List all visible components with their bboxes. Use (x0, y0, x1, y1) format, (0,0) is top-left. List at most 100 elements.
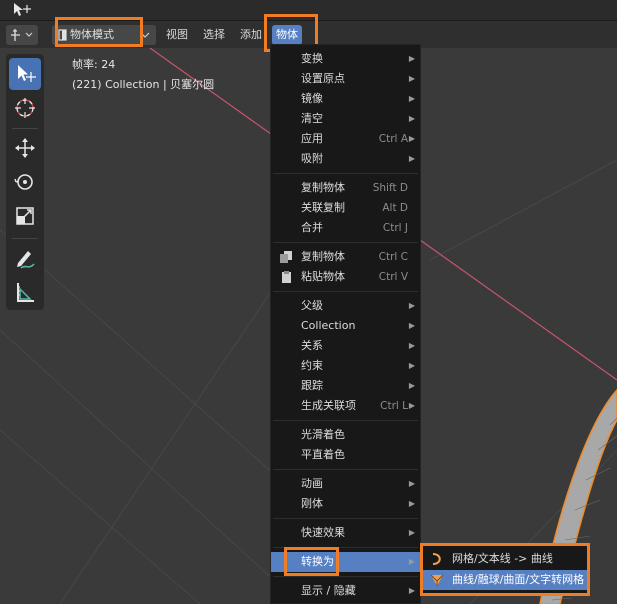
editor-type-button[interactable] (6, 25, 38, 45)
viewport-overlay-text: 帧率: 24 (221) Collection | 贝塞尔圆 (72, 55, 214, 95)
submenu-arrow-icon: ▶ (408, 94, 415, 103)
menu-item-show-hide[interactable]: 显示 / 隐藏 ▶ (271, 581, 420, 601)
measure-icon (17, 283, 34, 302)
menu-item-shortcut: Ctrl L (380, 400, 408, 412)
submenu-arrow-icon: ▶ (408, 586, 415, 595)
menu-item-relations[interactable]: 关系 ▶ (271, 336, 420, 356)
toolbar-separator (12, 128, 38, 129)
menu-item-track[interactable]: 跟踪 ▶ (271, 376, 420, 396)
menu-item-label: Collection (301, 319, 356, 332)
menu-item-label: 约束 (301, 359, 323, 372)
menu-item-label: 复制物体 (301, 181, 345, 194)
cursor-tool[interactable] (9, 92, 41, 124)
menu-item-collection[interactable]: Collection ▶ (271, 316, 420, 336)
menu-item-copy[interactable]: 复制物体 Ctrl C (271, 247, 420, 267)
menu-item-set-origin[interactable]: 设置原点 ▶ (271, 69, 420, 89)
menu-item-rigid-body[interactable]: 刚体 ▶ (271, 494, 420, 514)
menu-item-shortcut: Ctrl C (378, 251, 408, 263)
move-icon (15, 138, 35, 158)
menu-separator (273, 469, 418, 470)
rotate-tool[interactable] (9, 166, 41, 198)
menu-separator (273, 518, 418, 519)
submenu-item-mesh-to-curve[interactable]: 网格/文本线 -> 曲线 (422, 549, 588, 569)
menu-item-label: 光滑着色 (301, 428, 345, 441)
top-strip (0, 0, 617, 20)
annotate-icon (17, 251, 35, 269)
mesh-icon (430, 574, 444, 586)
menu-item-join[interactable]: 合并 Ctrl J (271, 218, 420, 238)
menu-item-label: 平直着色 (301, 448, 345, 461)
submenu-arrow-icon: ▶ (408, 134, 415, 143)
menu-item-label: 复制物体 (301, 250, 345, 263)
submenu-item-curve-to-mesh[interactable]: 曲线/融球/曲面/文字转网格 (422, 570, 588, 590)
menu-separator (273, 576, 418, 577)
submenu-arrow-icon: ▶ (408, 381, 415, 390)
menu-separator (273, 291, 418, 292)
menu-select[interactable]: 选择 (199, 25, 229, 45)
convert-to-submenu: 网格/文本线 -> 曲线曲线/融球/曲面/文字转网格 (421, 545, 589, 595)
mode-label: 物体模式 (70, 28, 114, 41)
menu-item-label: 设置原点 (301, 72, 345, 85)
paste-icon (282, 271, 291, 283)
move-tool[interactable] (9, 132, 41, 164)
menu-item-label: 转换为 (301, 555, 334, 568)
menu-item-label: 跟踪 (301, 379, 323, 392)
menu-item-label: 粘贴物体 (301, 270, 345, 283)
menu-view[interactable]: 视图 (162, 25, 192, 45)
submenu-arrow-icon: ▶ (408, 557, 415, 566)
menu-item-label: 吸附 (301, 152, 323, 165)
submenu-item-label: 曲线/融球/曲面/文字转网格 (452, 573, 585, 586)
menu-item-duplicate-linked[interactable]: 关联复制 Alt D (271, 198, 420, 218)
menu-item-shortcut: Alt D (382, 202, 408, 214)
editor-type-icon (11, 29, 33, 41)
menu-item-label: 显示 / 隐藏 (301, 584, 356, 597)
menu-item-animation[interactable]: 动画 ▶ (271, 474, 420, 494)
menu-item-clear[interactable]: 清空 ▶ (271, 109, 420, 129)
menu-item-label: 应用 (301, 132, 323, 145)
menu-add[interactable]: 添加 (236, 25, 266, 45)
submenu-arrow-icon: ▶ (408, 499, 415, 508)
menu-item-shade-smooth[interactable]: 光滑着色 (271, 425, 420, 445)
menu-item-constraint[interactable]: 约束 ▶ (271, 356, 420, 376)
menu-item-label: 动画 (301, 477, 323, 490)
select-tool[interactable] (9, 58, 41, 90)
menu-item-convert-to[interactable]: 转换为 ▶ (271, 552, 420, 572)
annotate-tool[interactable] (9, 242, 41, 274)
menu-item-label: 清空 (301, 112, 323, 125)
menu-item-apply[interactable]: 应用 Ctrl A ▶ (271, 129, 420, 149)
object-mode-icon (58, 29, 67, 41)
menu-item-shade-flat[interactable]: 平直着色 (271, 445, 420, 465)
tool-shelf (6, 54, 44, 310)
chevron-down-icon (140, 32, 150, 38)
submenu-arrow-icon: ▶ (408, 74, 415, 83)
submenu-arrow-icon: ▶ (408, 528, 415, 537)
menu-item-shortcut: Shift D (372, 182, 408, 194)
menu-item-shortcut: Ctrl V (378, 271, 408, 283)
menu-item-snap[interactable]: 吸附 ▶ (271, 149, 420, 169)
curve-icon (432, 553, 441, 565)
menu-item-mirror[interactable]: 镜像 ▶ (271, 89, 420, 109)
scale-icon (16, 207, 34, 225)
mode-dropdown[interactable]: 物体模式 (52, 25, 156, 45)
menu-item-quick-effects[interactable]: 快速效果 ▶ (271, 523, 420, 543)
menu-separator (273, 242, 418, 243)
menu-item-label: 关系 (301, 339, 323, 352)
measure-tool[interactable] (9, 276, 41, 308)
submenu-arrow-icon: ▶ (408, 401, 415, 410)
submenu-arrow-icon: ▶ (408, 154, 415, 163)
scale-tool[interactable] (9, 200, 41, 232)
menu-item-link-transfer[interactable]: 生成关联项 Ctrl L ▶ (271, 396, 420, 416)
menu-item-duplicate[interactable]: 复制物体 Shift D (271, 178, 420, 198)
submenu-arrow-icon: ▶ (408, 479, 415, 488)
submenu-arrow-icon: ▶ (408, 321, 415, 330)
select-icon (18, 65, 36, 82)
menu-item-label: 生成关联项 (301, 399, 356, 412)
menu-object[interactable]: 物体 (272, 25, 302, 45)
menu-item-label: 关联复制 (301, 201, 345, 214)
menu-item-paste[interactable]: 粘贴物体 Ctrl V (271, 267, 420, 287)
menu-item-label: 合并 (301, 221, 323, 234)
menu-item-parent[interactable]: 父级 ▶ (271, 296, 420, 316)
menu-item-label: 刚体 (301, 497, 323, 510)
submenu-arrow-icon: ▶ (408, 54, 415, 63)
menu-item-transform[interactable]: 变换 ▶ (271, 49, 420, 69)
